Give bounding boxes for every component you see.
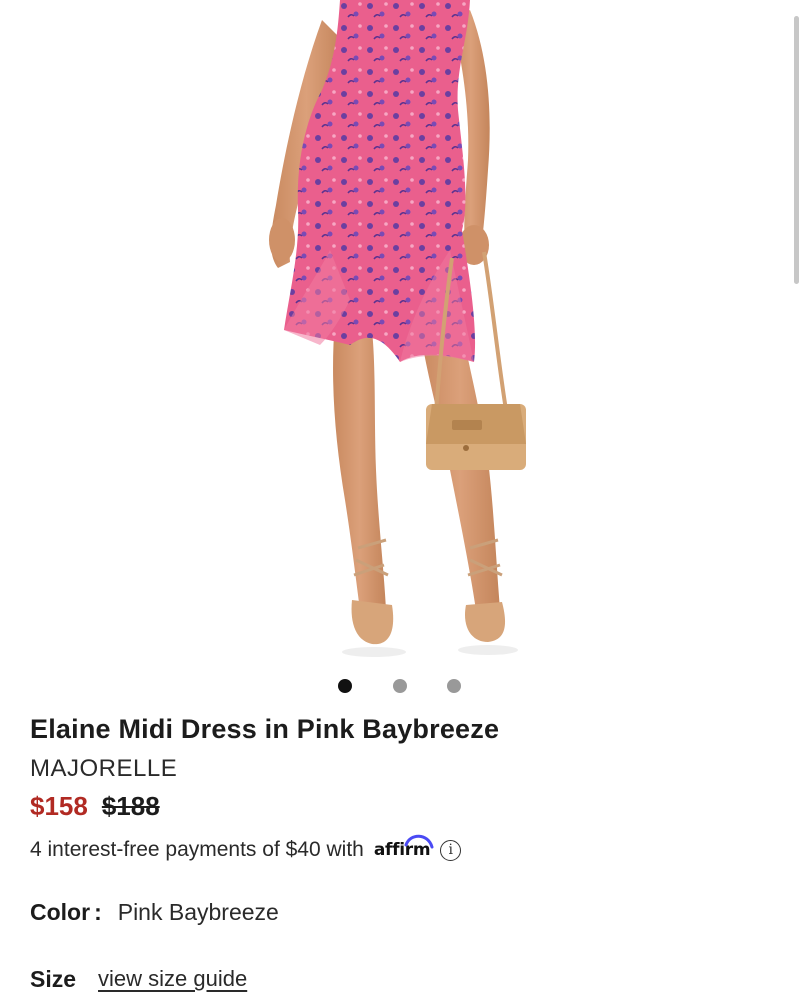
color-label: Color — [30, 898, 91, 925]
sale-price: $158 — [30, 790, 88, 821]
size-label: Size — [30, 965, 77, 992]
product-image[interactable] — [0, 0, 801, 664]
installment-info: 4 interest-free payments of $40 with aff… — [30, 834, 462, 864]
page-scrollbar[interactable] — [794, 16, 799, 284]
carousel-dot-2[interactable] — [393, 679, 407, 693]
affirm-arc-icon — [404, 834, 434, 849]
color-colon: : — [94, 898, 102, 925]
original-price: $188 — [101, 790, 160, 821]
size-guide-link[interactable]: view size guide — [98, 966, 247, 992]
product-title: Elaine Midi Dress in Pink Baybreeze — [30, 714, 500, 744]
carousel-dot-1[interactable] — [338, 679, 352, 693]
color-value: Pink Baybreeze — [117, 898, 279, 925]
brand-name[interactable]: MAJORELLE — [30, 755, 177, 783]
product-page: Elaine Midi Dress in Pink Baybreeze MAJO… — [0, 0, 801, 1001]
affirm-logo[interactable]: affirm — [374, 834, 434, 860]
price-row: $158 $188 — [30, 790, 160, 822]
product-photo-illustration — [269, 0, 526, 657]
carousel-dot-3[interactable] — [447, 679, 461, 693]
info-icon[interactable]: i — [440, 839, 462, 861]
carousel-dots — [338, 679, 468, 695]
size-selector: Size view size guide — [30, 963, 247, 995]
color-selector: Color : Pink Baybreeze — [30, 897, 279, 927]
installment-text: 4 interest-free payments of $40 with — [30, 838, 364, 861]
